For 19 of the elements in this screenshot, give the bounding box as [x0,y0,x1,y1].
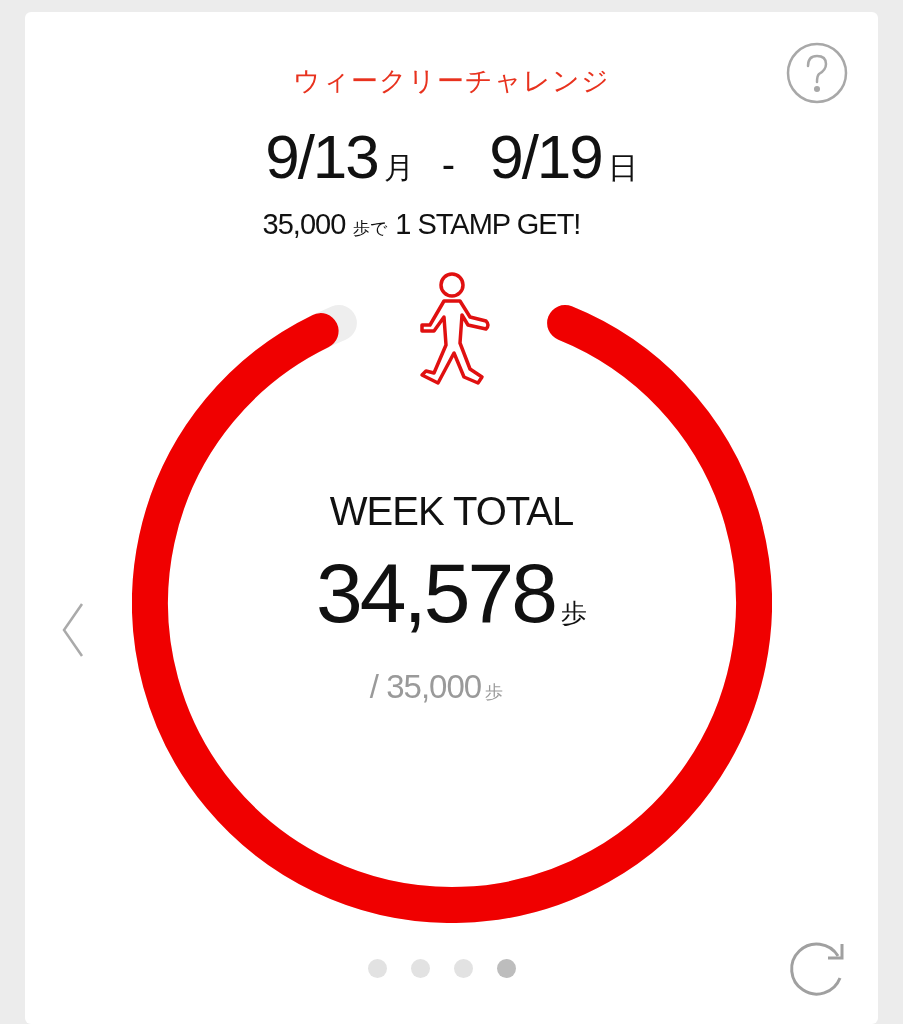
end-date: 9/19 [489,124,602,190]
step-total: 34,578 [316,548,555,638]
goal-total: / 35,000 [369,668,482,706]
goal-steps: 35,000 [262,208,346,241]
page-dot[interactable] [367,959,387,978]
date-separator: - [441,142,456,187]
goal-total-unit: 歩 [485,681,504,704]
page-dot[interactable] [453,959,473,978]
help-icon[interactable] [786,42,848,104]
page-dot[interactable] [496,959,516,978]
week-total-label: WEEK TOTAL [329,489,574,534]
goal-unit: 歩で [353,218,388,240]
reward-text: 1 STAMP GET! [395,208,581,241]
start-date: 9/13 [265,124,378,190]
challenge-title: ウィークリーチャレンジ [293,65,610,98]
start-weekday: 月 [383,150,414,186]
end-weekday: 日 [607,150,638,186]
page-dot[interactable] [410,959,430,978]
step-unit: 歩 [560,597,587,630]
